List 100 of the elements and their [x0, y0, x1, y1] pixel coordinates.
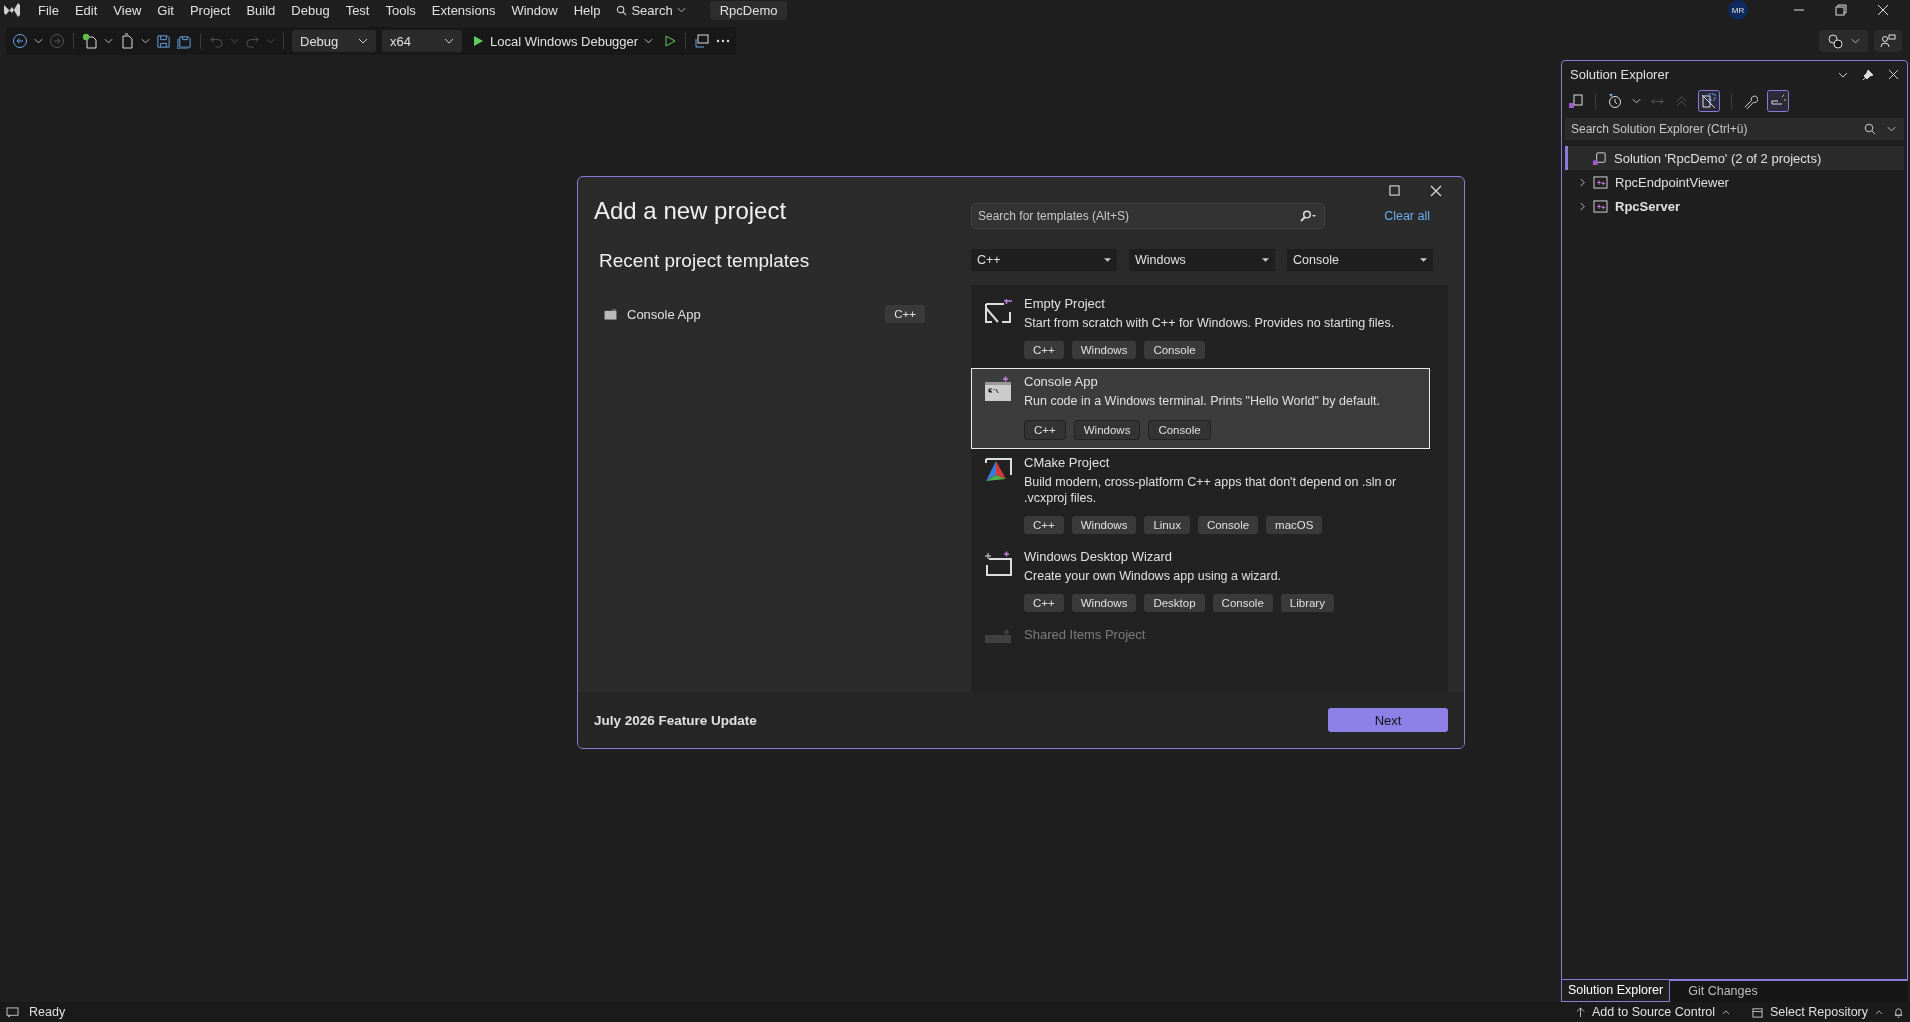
- filter-dropdown[interactable]: Windows: [1129, 249, 1275, 271]
- new-item-icon[interactable]: [82, 33, 98, 49]
- tree-item[interactable]: RpcServer: [1565, 194, 1904, 218]
- caret-icon: [1722, 1009, 1731, 1015]
- caret-icon: [1875, 1009, 1883, 1015]
- more-icon[interactable]: [716, 39, 731, 43]
- template-tag: Windows: [1071, 516, 1137, 534]
- dialog-title: Add a new project: [594, 197, 788, 225]
- console-window-icon: [984, 376, 1012, 403]
- cmake-triangle-icon: [984, 456, 1012, 483]
- menu-item[interactable]: Build: [238, 2, 284, 18]
- live-share-control[interactable]: [1819, 30, 1868, 52]
- notification-icon[interactable]: [6, 1006, 19, 1018]
- start-debugging-button[interactable]: Local Windows Debugger: [468, 33, 658, 49]
- menu-item[interactable]: Tools: [377, 2, 424, 18]
- clear-all-link[interactable]: Clear all: [1384, 209, 1430, 223]
- panel-tab[interactable]: Solution Explorer: [1561, 980, 1671, 1002]
- play-icon: [472, 35, 484, 47]
- back-icon[interactable]: [12, 33, 28, 49]
- menu-item[interactable]: Extensions: [423, 2, 504, 18]
- section-heading: Recent project templates: [599, 250, 811, 272]
- recent-template-link[interactable]: Console App: [627, 306, 701, 322]
- play-outline-icon[interactable]: [663, 34, 678, 48]
- configuration-dropdown[interactable]: Debug: [292, 30, 376, 52]
- solution-search-field[interactable]: Search Solution Explorer (Ctrl+ü): [1565, 118, 1904, 140]
- menu-item[interactable]: View: [105, 2, 150, 18]
- save-all-icon[interactable]: [177, 33, 192, 49]
- expand-chevron-icon[interactable]: [1579, 201, 1586, 211]
- account-avatar[interactable]: MR: [1728, 0, 1748, 20]
- caret-icon: [444, 38, 454, 44]
- menu-item[interactable]: Project: [181, 2, 239, 18]
- add-to-source-control-button[interactable]: Add to Source Control: [1576, 1005, 1731, 1019]
- template-tag: Windows: [1073, 419, 1141, 440]
- show-all-files-icon[interactable]: [1698, 90, 1720, 112]
- template-search-field[interactable]: Search for templates (Alt+S): [971, 203, 1325, 229]
- template-item[interactable]: Empty Project Start from scratch with C++ for Windows. Provides no starting files. C++ Windows Console: [971, 290, 1430, 369]
- search-icon[interactable]: [1299, 210, 1317, 222]
- maximize-icon[interactable]: [1389, 185, 1400, 196]
- up-arrow-icon: [1576, 1006, 1586, 1018]
- bell-icon[interactable]: [1893, 1006, 1904, 1018]
- template-tag: Windows: [1071, 594, 1137, 613]
- search-icon[interactable]: [1864, 123, 1876, 135]
- preview-icon[interactable]: [1767, 90, 1789, 112]
- caret-icon: [1851, 38, 1860, 44]
- template-name: CMake Project: [1024, 454, 1111, 470]
- close-icon[interactable]: [1888, 69, 1899, 80]
- template-item[interactable]: CMake Project Build modern, cross-platform C++ apps that don't depend on .sln or .vcxproj files. C++ Windows Linux Console macOS: [971, 448, 1430, 543]
- next-button[interactable]: Next: [1328, 708, 1448, 732]
- template-tag: Linux: [1144, 516, 1190, 534]
- menu-item[interactable]: Test: [337, 2, 378, 18]
- platform-dropdown[interactable]: x64: [382, 30, 462, 52]
- empty-project-icon: [984, 298, 1012, 324]
- template-item[interactable]: Windows Desktop Wizard Create your own Windows app using a wizard. C++ Windows Desktop Console Library: [971, 543, 1430, 622]
- filter-dropdown[interactable]: C++: [971, 249, 1117, 271]
- wrench-icon[interactable]: [1743, 93, 1758, 109]
- search-icon: [616, 4, 628, 16]
- tree-item[interactable]: RpcEndpointViewer: [1565, 170, 1904, 194]
- menu-item[interactable]: Debug: [283, 2, 338, 18]
- history-icon[interactable]: [1607, 93, 1623, 109]
- close-icon[interactable]: [1877, 4, 1889, 16]
- tree-item[interactable]: Solution 'RpcDemo' (2 of 2 projects): [1565, 146, 1904, 170]
- open-file-icon[interactable]: [119, 33, 135, 49]
- menu-item[interactable]: File: [30, 2, 67, 18]
- menu-item[interactable]: Help: [565, 2, 609, 18]
- status-text: Ready: [29, 1005, 66, 1019]
- filter-dropdown[interactable]: Console: [1287, 249, 1433, 271]
- template-name: Windows Desktop Wizard: [1024, 549, 1174, 564]
- template-tag: Console: [1212, 594, 1273, 613]
- menu-item[interactable]: Git: [149, 2, 182, 18]
- template-name: Empty Project: [1024, 296, 1106, 311]
- shared-items-icon: [984, 629, 1012, 644]
- caret-icon: [358, 38, 368, 44]
- template-item[interactable]: Console App Run code in a Windows terminal. Prints "Hello World" by default. C++ Windows Console: [971, 368, 1430, 449]
- select-repository-button[interactable]: Select Repository: [1752, 1005, 1883, 1019]
- template-item[interactable]: Shared Items Project: [971, 621, 1430, 645]
- search-menu[interactable]: Search: [608, 2, 694, 18]
- pin-icon[interactable]: [1862, 68, 1874, 81]
- solution-name-badge[interactable]: RpcDemo: [709, 0, 788, 20]
- caret-icon: [1262, 258, 1269, 262]
- save-icon[interactable]: [156, 33, 171, 49]
- template-tag: C++: [1024, 419, 1066, 440]
- window-monitor-icon[interactable]: [694, 33, 711, 49]
- repository-icon: [1752, 1006, 1764, 1018]
- template-description: Run code in a Windows terminal. Prints "Hello World" by default.: [1024, 393, 1381, 410]
- template-tag: C++: [1024, 594, 1064, 613]
- menu-item[interactable]: Edit: [66, 2, 106, 18]
- menu-item[interactable]: Window: [503, 2, 566, 18]
- template-name: Shared Items Project: [1024, 627, 1146, 643]
- restore-icon[interactable]: [1835, 4, 1847, 16]
- caret-icon: [1420, 258, 1427, 262]
- close-icon[interactable]: [1430, 185, 1442, 197]
- app-logo-icon: [2, 0, 22, 20]
- expand-chevron-icon[interactable]: [1579, 177, 1586, 187]
- solution-switch-icon[interactable]: [1568, 93, 1584, 109]
- caret-icon: [1104, 258, 1111, 262]
- cpp-project-icon: [1593, 175, 1608, 189]
- feedback-icon[interactable]: [1874, 30, 1902, 52]
- template-tag: C++: [1024, 516, 1064, 534]
- panel-tab[interactable]: Git Changes: [1670, 980, 1908, 1002]
- language-tag: C++: [885, 305, 925, 323]
